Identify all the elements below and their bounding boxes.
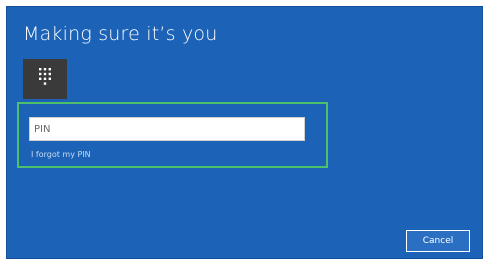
windows-security-dialog: Making sure it’s you I forgot my PIN Can…: [6, 6, 483, 259]
forgot-pin-link[interactable]: I forgot my PIN: [31, 150, 91, 159]
cancel-button[interactable]: Cancel: [406, 230, 470, 252]
pin-entry-highlight: I forgot my PIN: [17, 102, 328, 168]
pin-credential-tile[interactable]: [23, 59, 67, 99]
dialog-title: Making sure it’s you: [23, 23, 218, 45]
keypad-icon: [39, 68, 51, 85]
pin-input[interactable]: [29, 117, 305, 141]
